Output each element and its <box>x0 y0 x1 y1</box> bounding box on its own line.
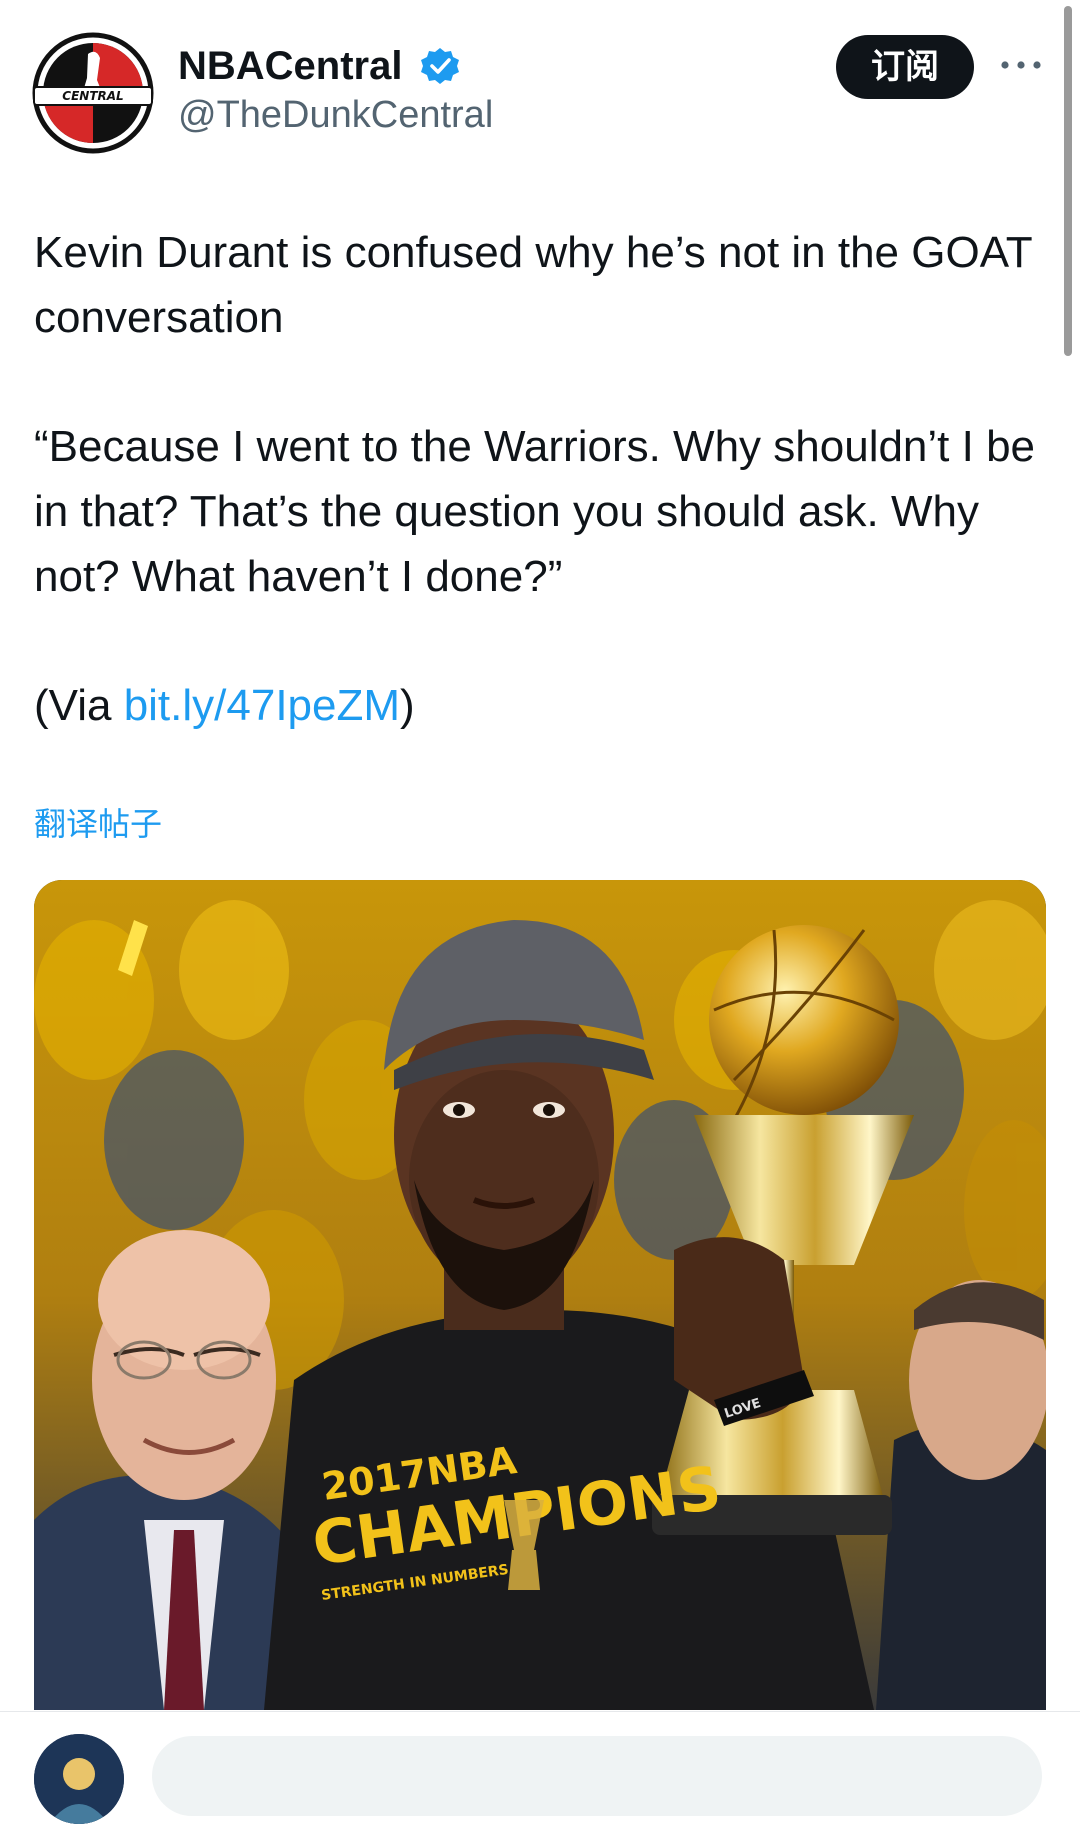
author-display-name[interactable]: NBACentral <box>178 42 402 90</box>
photo-illustration: LOVE 2017NBA CHAMPIONS STRENGTH IN NUMBE… <box>34 880 1046 1710</box>
translate-post-link[interactable]: 翻译帖子 <box>34 802 162 846</box>
via-link[interactable]: bit.ly/47IpeZM <box>124 681 400 730</box>
tweet-media-photo[interactable]: LOVE 2017NBA CHAMPIONS STRENGTH IN NUMBE… <box>34 880 1046 1710</box>
via-suffix: ) <box>400 681 415 730</box>
reply-divider <box>0 1711 1080 1712</box>
basketball-logo-icon: CENTRAL <box>32 32 154 154</box>
via-prefix: (Via <box>34 681 124 730</box>
subscribe-button[interactable]: 订阅 <box>836 35 974 99</box>
tweet-body: Kevin Durant is confused why he’s not in… <box>34 220 1044 738</box>
more-horizontal-icon[interactable] <box>996 50 1046 80</box>
tweet-quote: “Because I went to the Warriors. Why sho… <box>34 422 1036 601</box>
reply-input[interactable] <box>152 1736 1042 1816</box>
scrollbar[interactable] <box>1064 6 1072 356</box>
author-avatar[interactable]: CENTRAL <box>32 32 154 154</box>
user-avatar-image <box>34 1734 124 1824</box>
avatar-logo-text: CENTRAL <box>62 89 123 103</box>
tweet-via: (Via bit.ly/47IpeZM) <box>34 673 1044 738</box>
author-handle[interactable]: @TheDunkCentral <box>178 92 493 138</box>
verified-check-icon <box>421 48 459 84</box>
tweet-headline: Kevin Durant is confused why he’s not in… <box>34 228 1032 342</box>
user-avatar-icon[interactable] <box>34 1734 124 1824</box>
